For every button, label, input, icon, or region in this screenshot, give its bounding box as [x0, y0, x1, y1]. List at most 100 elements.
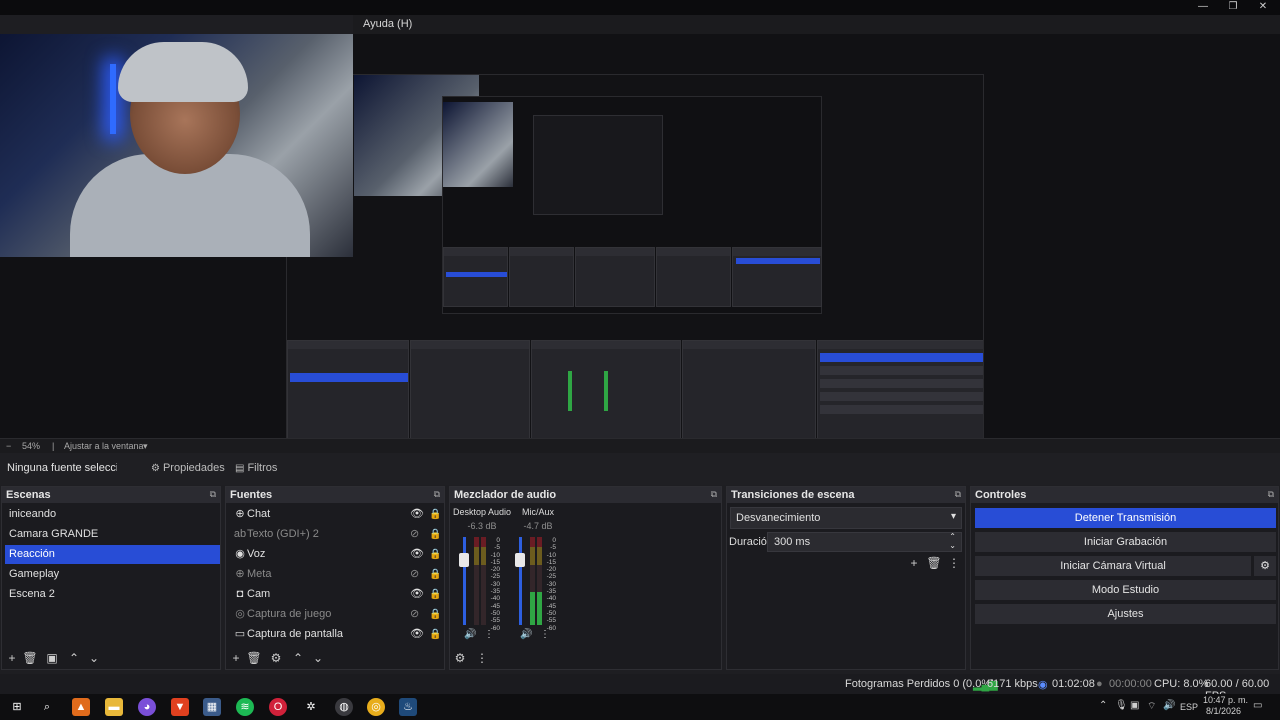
notification-icon[interactable]: ▭ — [1253, 700, 1262, 711]
opera-icon[interactable]: O — [269, 698, 287, 716]
more-icon[interactable]: ⋮ — [484, 629, 494, 640]
minimize-icon[interactable]: — — [1188, 0, 1218, 15]
scene-item[interactable]: Escena 2 — [5, 585, 220, 604]
lock-icon[interactable]: 🔒 — [429, 545, 441, 564]
properties-button[interactable]: ⚙ Propiedades — [145, 459, 231, 478]
lock-icon[interactable]: 🔒 — [429, 585, 441, 604]
volume-fader[interactable] — [463, 537, 466, 625]
lock-icon[interactable]: 🔒 — [429, 625, 441, 644]
preview-canvas[interactable] — [0, 34, 1280, 467]
keyboard-language[interactable]: ESP — [1180, 702, 1198, 712]
duration-input[interactable]: 300 ms ⌃ ⌄ — [767, 532, 962, 552]
scene-item[interactable]: Camara GRANDE — [5, 525, 220, 544]
transition-select[interactable]: Desvanecimiento ▾ — [730, 507, 962, 529]
speaker-icon[interactable]: 🔊 — [520, 629, 532, 640]
app-icon[interactable]: ▲ — [72, 698, 90, 716]
source-row[interactable]: ◘ Cam 👁 🔒 — [229, 585, 444, 604]
speaker-icon[interactable]: 🔊 — [464, 629, 476, 640]
restore-icon[interactable]: ❐ — [1218, 0, 1248, 15]
steam-icon[interactable]: ♨ — [399, 698, 417, 716]
fader-handle[interactable] — [459, 553, 469, 567]
add-icon[interactable]: + — [906, 555, 922, 571]
folder-icon[interactable]: ▬ — [105, 698, 123, 716]
controls-header: Controles ⧉ — [971, 487, 1278, 503]
scene-item[interactable]: Gameplay — [5, 565, 220, 584]
eye-hidden-icon[interactable]: ⊘ — [410, 525, 419, 544]
undock-icon[interactable]: ⧉ — [434, 489, 440, 500]
tray-volume-icon[interactable]: 🔊 — [1163, 700, 1175, 711]
filters-button[interactable]: ▤ Filtros — [229, 459, 283, 478]
source-row[interactable]: ⊕ Chat 👁 🔒 — [229, 505, 444, 524]
volume-fader[interactable] — [519, 537, 522, 625]
zoom-out-button[interactable]: − — [6, 441, 11, 451]
undock-icon[interactable]: ⧉ — [1268, 489, 1274, 500]
stop-stream-button[interactable]: Detener Transmisión — [975, 508, 1276, 528]
lock-icon[interactable]: 🔒 — [429, 565, 441, 584]
lock-icon[interactable]: 🔒 — [429, 605, 441, 624]
brave-icon[interactable]: ▼ — [171, 698, 189, 716]
trash-icon[interactable]: 🗑 — [926, 555, 942, 571]
advanced-audio-icon[interactable]: ⚙ — [452, 650, 468, 666]
source-row[interactable]: ◎ Captura de juego ⊘ 🔒 — [229, 605, 444, 624]
eye-hidden-icon[interactable]: ⊘ — [410, 605, 419, 624]
eye-icon[interactable]: 👁 — [410, 505, 424, 524]
chrome-icon[interactable]: ◎ — [367, 698, 385, 716]
chevron-down-icon[interactable]: ⌄ — [86, 650, 102, 666]
more-icon[interactable]: ⋮ — [540, 629, 550, 640]
tray-mic-icon[interactable]: 🎙 — [1115, 700, 1128, 711]
zoom-dropdown-icon[interactable]: ▾ — [143, 441, 148, 452]
start-recording-button[interactable]: Iniciar Grabación — [975, 532, 1276, 552]
fader-handle[interactable] — [515, 553, 525, 567]
gear-icon[interactable]: ⚙ — [268, 650, 284, 666]
meter-tick: -5 — [494, 544, 500, 552]
lock-icon[interactable]: 🔒 — [429, 525, 441, 544]
virtual-camera-settings-icon[interactable]: ⚙ — [1254, 556, 1276, 576]
eye-icon[interactable]: 👁 — [410, 625, 424, 644]
eye-icon[interactable]: 👁 — [410, 585, 424, 604]
search-icon[interactable]: ⌕ — [38, 698, 56, 716]
tray-chevron-icon[interactable]: ⌃ — [1099, 700, 1107, 711]
more-icon[interactable]: ⋮ — [946, 555, 962, 571]
source-row[interactable]: ▭ Captura de pantalla 👁 🔒 — [229, 625, 444, 644]
undock-icon[interactable]: ⧉ — [711, 489, 717, 500]
source-row[interactable]: ab Texto (GDI+) 2 ⊘ 🔒 — [229, 525, 444, 544]
windows-start-icon[interactable]: ⊞ — [8, 698, 26, 716]
studio-mode-button[interactable]: Modo Estudio — [975, 580, 1276, 600]
eye-hidden-icon[interactable]: ⊘ — [410, 565, 419, 584]
spin-up-icon[interactable]: ⌃ — [949, 532, 956, 541]
calculator-icon[interactable]: ▦ — [203, 698, 221, 716]
undock-icon[interactable]: ⧉ — [955, 489, 961, 500]
eye-icon[interactable]: 👁 — [410, 545, 424, 564]
clock-time[interactable]: 10:47 p. m. — [1203, 695, 1248, 705]
discord-icon[interactable]: ◕ — [138, 698, 156, 716]
menu-help[interactable]: Ayuda (H) — [363, 18, 412, 30]
virtual-camera-button[interactable]: Iniciar Cámara Virtual — [975, 556, 1251, 576]
source-row[interactable]: ⊕ Meta ⊘ 🔒 — [229, 565, 444, 584]
undock-icon[interactable]: ⧉ — [210, 489, 216, 500]
more-icon[interactable]: ⋮ — [474, 650, 490, 666]
add-icon[interactable]: + — [228, 650, 244, 666]
scene-item-selected[interactable]: Reacción — [5, 545, 220, 564]
source-row[interactable]: ◉ Voz 👁 🔒 — [229, 545, 444, 564]
zoom-fit-label[interactable]: Ajustar a la ventana — [64, 441, 144, 451]
settings-button[interactable]: Ajustes — [975, 604, 1276, 624]
close-icon[interactable]: ✕ — [1248, 0, 1278, 15]
spotify-icon[interactable]: ≋ — [236, 698, 254, 716]
nested-controls-panel — [817, 340, 983, 440]
steam-settings-icon[interactable]: ✲ — [302, 698, 320, 716]
chevron-up-icon[interactable]: ⌃ — [66, 650, 82, 666]
trash-icon[interactable]: 🗑 — [246, 650, 262, 666]
add-icon[interactable]: + — [4, 650, 20, 666]
chevron-up-icon[interactable]: ⌃ — [290, 650, 306, 666]
obs-icon[interactable]: ◍ — [335, 698, 353, 716]
chevron-down-icon[interactable]: ⌄ — [310, 650, 326, 666]
tray-wifi-icon[interactable]: ⌔ — [1147, 700, 1156, 713]
spin-down-icon[interactable]: ⌄ — [949, 541, 956, 550]
trash-icon[interactable]: 🗑 — [22, 650, 38, 666]
clock-date[interactable]: 8/1/2026 — [1206, 706, 1241, 716]
scene-item[interactable]: iniceando — [5, 505, 220, 524]
lock-icon[interactable]: 🔒 — [429, 505, 441, 524]
filter-icon[interactable]: ▣ — [44, 650, 60, 666]
source-label: Captura de pantalla — [247, 628, 344, 640]
tray-network-icon[interactable]: ▣ — [1130, 700, 1139, 711]
